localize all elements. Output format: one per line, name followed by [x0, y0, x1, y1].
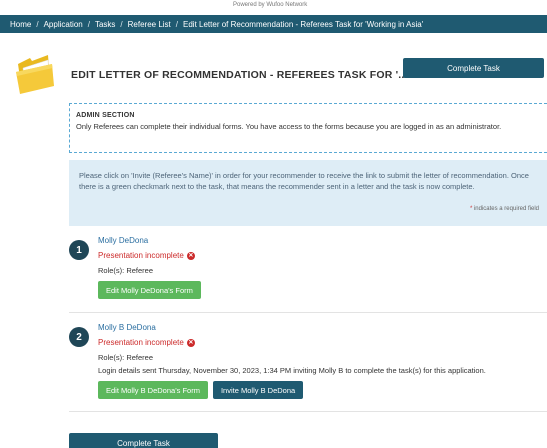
instructions-panel: Please click on 'Invite (Referee's Name)…: [69, 160, 547, 226]
invite-referee-button[interactable]: Invite Molly B DeDona: [212, 381, 304, 399]
divider: [69, 411, 547, 412]
status-text: Presentation incomplete ✕: [98, 251, 201, 261]
complete-task-button-top[interactable]: Complete Task: [403, 58, 544, 78]
referee-roles: Role(s): Referee: [98, 266, 154, 275]
breadcrumb-current: Edit Letter of Recommendation - Referees…: [183, 19, 424, 29]
powered-by-text: Powered by Wufoo Network: [233, 2, 308, 8]
breadcrumb-separator: /: [36, 19, 39, 29]
instructions-text: Please click on 'Invite (Referee's Name)…: [79, 171, 529, 191]
referee-details: Molly B DeDona Presentation incomplete ✕…: [98, 323, 486, 399]
admin-section-title: ADMIN SECTION: [76, 112, 135, 119]
breadcrumb-separator: /: [87, 19, 90, 29]
status-text: Presentation incomplete ✕: [98, 338, 486, 348]
admin-section-text: Only Referees can complete their individ…: [76, 122, 502, 131]
breadcrumb-referee-list[interactable]: Referee List: [128, 20, 171, 29]
referee-details: Molly DeDona Presentation incomplete ✕ R…: [98, 236, 201, 299]
breadcrumb: Home / Application / Tasks / Referee Lis…: [0, 15, 547, 33]
top-strip: Powered by Wufoo Network: [0, 0, 547, 14]
breadcrumb-application[interactable]: Application: [44, 20, 83, 29]
breadcrumb-tasks[interactable]: Tasks: [95, 20, 115, 29]
referee-item: 1 Molly DeDona Presentation incomplete ✕…: [69, 236, 547, 306]
page-title: EDIT LETTER OF RECOMMENDATION - REFEREES…: [71, 69, 408, 81]
step-number-badge: 1: [69, 240, 89, 260]
referee-actions: Edit Molly B DeDona's Form Invite Molly …: [98, 381, 486, 399]
step-number-badge: 2: [69, 327, 89, 347]
referee-name-link[interactable]: Molly B DeDona: [98, 323, 486, 333]
edit-form-button[interactable]: Edit Molly DeDona's Form: [98, 281, 201, 299]
complete-task-button-bottom[interactable]: Complete Task: [69, 433, 218, 448]
breadcrumb-home[interactable]: Home: [10, 20, 31, 29]
login-details-text: Login details sent Thursday, November 30…: [98, 366, 486, 375]
referee-item: 2 Molly B DeDona Presentation incomplete…: [69, 323, 547, 408]
referee-roles: Role(s): Referee: [98, 353, 154, 362]
incomplete-x-icon: ✕: [186, 252, 195, 260]
status-label: Presentation incomplete: [98, 338, 184, 347]
breadcrumb-separator: /: [120, 19, 123, 29]
required-field-note: * indicates a required field: [470, 206, 539, 212]
divider: [69, 312, 547, 313]
incomplete-x-icon: ✕: [186, 339, 195, 347]
edit-form-button[interactable]: Edit Molly B DeDona's Form: [98, 381, 208, 399]
breadcrumb-separator: /: [175, 19, 179, 29]
required-note-text: indicates a required field: [473, 206, 539, 212]
referee-actions: Edit Molly DeDona's Form: [98, 281, 201, 299]
admin-section: ADMIN SECTION Only Referees can complete…: [69, 103, 547, 153]
referee-name-link[interactable]: Molly DeDona: [98, 236, 201, 246]
required-star: *: [469, 206, 473, 212]
status-label: Presentation incomplete: [98, 251, 184, 260]
folder-icon: [14, 52, 56, 96]
